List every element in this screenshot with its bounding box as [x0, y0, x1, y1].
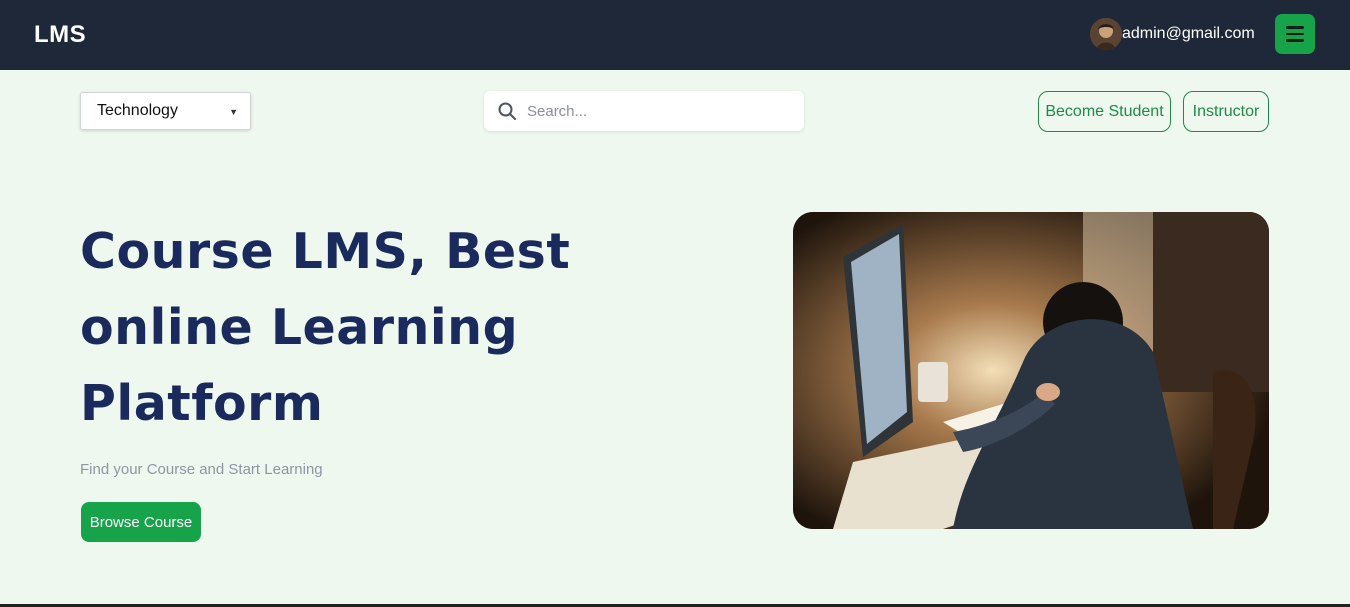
browse-course-button[interactable]: Browse Course	[81, 502, 201, 542]
hero-image	[793, 212, 1269, 529]
search-bar[interactable]	[484, 91, 804, 131]
avatar[interactable]	[1090, 18, 1122, 50]
hamburger-icon	[1286, 32, 1304, 36]
user-email: admin@gmail.com	[1122, 25, 1255, 42]
category-selected-value: Technology	[97, 102, 178, 119]
become-student-button[interactable]: Become Student	[1038, 91, 1171, 132]
hamburger-icon	[1286, 39, 1304, 42]
hamburger-icon	[1286, 26, 1304, 29]
hero-subtitle: Find your Course and Start Learning	[80, 461, 323, 478]
category-select[interactable]: Technology ▼	[80, 92, 251, 130]
hero-title: Course LMS, Best online Learning Platfor…	[80, 223, 571, 432]
logo[interactable]: LMS	[34, 21, 86, 49]
search-input[interactable]	[527, 102, 787, 120]
chevron-down-icon: ▼	[229, 107, 238, 117]
user-profile[interactable]: admin@gmail.com	[1090, 18, 1255, 50]
instructor-button[interactable]: Instructor	[1183, 91, 1269, 132]
top-navbar: LMS admin@gmail.com	[0, 0, 1350, 70]
menu-button[interactable]	[1275, 14, 1315, 54]
search-icon	[487, 91, 527, 131]
